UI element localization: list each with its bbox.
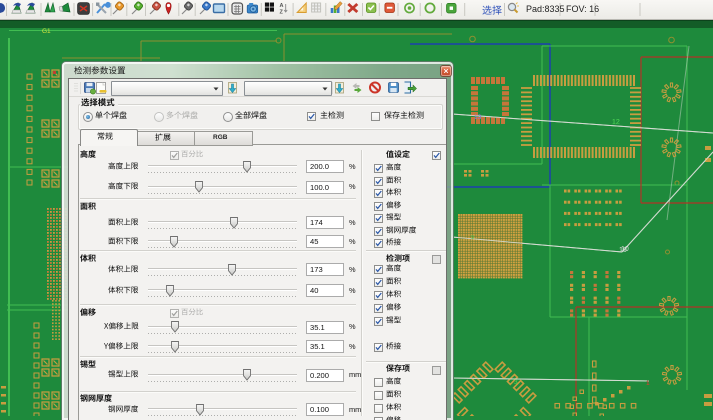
svg-text:13: 13	[474, 114, 482, 121]
svg-text:Z: Z	[280, 10, 284, 16]
svg-text:9: 9	[471, 235, 474, 241]
svg-text:3: 3	[514, 379, 518, 386]
svg-text:12: 12	[612, 119, 620, 126]
svg-text:1: 1	[646, 380, 650, 387]
svg-text:10: 10	[621, 246, 629, 253]
svg-text:G1: G1	[42, 28, 51, 35]
svg-text:A: A	[280, 3, 284, 9]
